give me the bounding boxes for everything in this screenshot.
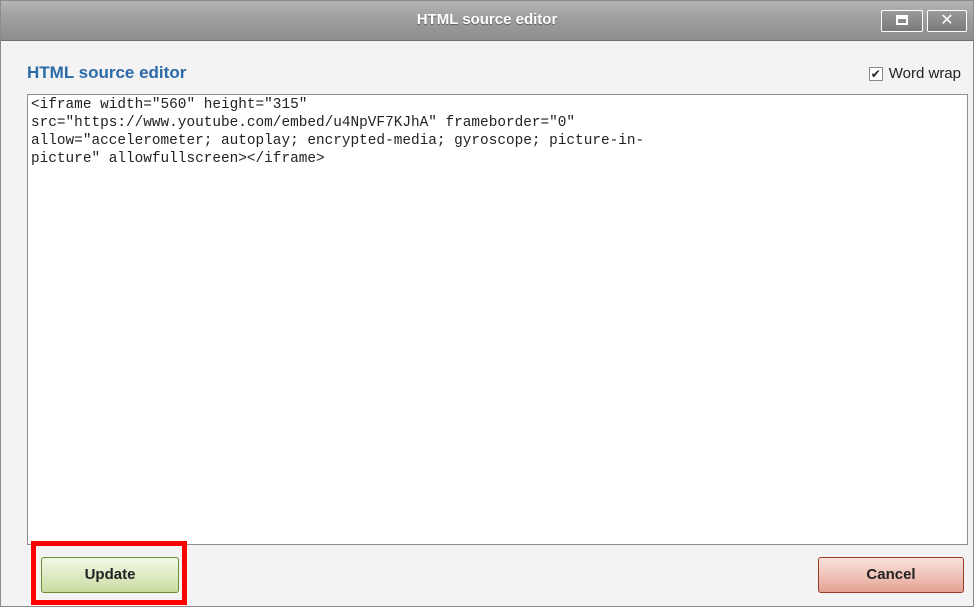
dialog-titlebar[interactable]: HTML source editor ✕ — [1, 1, 973, 41]
update-button[interactable]: Update — [41, 557, 179, 593]
maximize-icon — [896, 15, 908, 25]
word-wrap-toggle[interactable]: ✔ Word wrap — [868, 65, 961, 82]
word-wrap-checkbox[interactable]: ✔ — [868, 66, 883, 81]
checkmark-icon: ✔ — [870, 66, 881, 81]
close-icon: ✕ — [940, 12, 954, 29]
html-source-textarea[interactable]: <iframe width="560" height="315" src="ht… — [27, 94, 968, 545]
html-source-editor-dialog: HTML source editor ✕ HTML source editor … — [0, 0, 974, 607]
panel-heading: HTML source editor — [27, 63, 187, 82]
close-button[interactable]: ✕ — [927, 10, 967, 32]
dialog-title: HTML source editor — [416, 11, 558, 28]
word-wrap-label: Word wrap — [888, 65, 961, 82]
maximize-button[interactable] — [881, 10, 923, 32]
cancel-button[interactable]: Cancel — [818, 557, 964, 593]
